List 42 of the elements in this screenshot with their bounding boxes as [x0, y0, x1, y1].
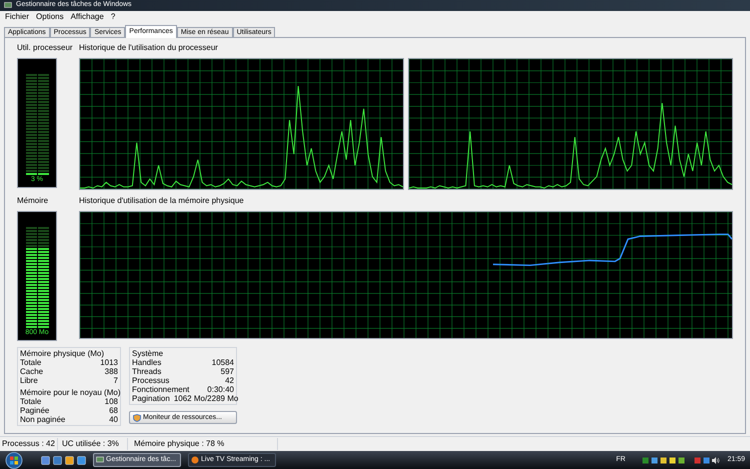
- app-icon: [191, 456, 199, 464]
- stat-label: Threads: [132, 367, 162, 376]
- monitor-icon: [4, 2, 12, 9]
- stat-label: Totale: [20, 358, 42, 367]
- app-icon: [96, 456, 104, 464]
- section-title: Mémoire: [17, 195, 50, 207]
- stat-label: Fonctionnement: [132, 385, 190, 394]
- stat-value: 388: [104, 367, 118, 376]
- stat-label: Pagination: [132, 394, 170, 403]
- stat-value: 1062 Mo/2289 Mo: [174, 394, 238, 403]
- stat-value: 1013: [100, 358, 118, 367]
- start-orb-icon[interactable]: [5, 452, 23, 468]
- section-title: Historique d'utilisation de la mémoire physique: [79, 195, 245, 207]
- stat-label: Processus: [132, 376, 170, 385]
- stat-value: 42: [225, 376, 234, 385]
- stat-label: Cache: [20, 367, 44, 376]
- group-title: Mémoire physique (Mo): [20, 349, 106, 358]
- menu-item[interactable]: ?: [110, 11, 116, 23]
- stat-value: 7: [114, 376, 118, 385]
- group-title: Système: [132, 349, 164, 358]
- stat-label: Totale: [20, 397, 42, 406]
- status-text: UC utilisée : 3%: [58, 438, 128, 450]
- stat-label: Paginée: [20, 406, 50, 415]
- speaker-icon[interactable]: [712, 456, 720, 464]
- stat-label: Non paginée: [20, 415, 66, 424]
- stat-label: Libre: [20, 376, 38, 385]
- stat-value: 0:30:40: [207, 385, 234, 394]
- menu-item[interactable]: Affichage: [70, 11, 104, 23]
- shield-icon: [133, 414, 141, 422]
- status-text: Mémoire physique : 78 %: [128, 438, 278, 450]
- menu-item[interactable]: Fichier: [5, 11, 30, 23]
- stat-value: 68: [109, 406, 118, 415]
- group-title: Mémoire pour le noyau (Mo): [20, 388, 118, 397]
- stat-value: 597: [220, 367, 234, 376]
- stat-value: 108: [104, 397, 118, 406]
- stat-value: 40: [109, 415, 118, 424]
- menu-item[interactable]: Options: [36, 11, 64, 23]
- stat-label: Handles: [132, 358, 162, 367]
- section-title: Historique de l'utilisation du processeur: [79, 42, 219, 54]
- stat-value: 10584: [212, 358, 234, 367]
- status-text: Processus : 42: [0, 438, 58, 450]
- section-title: Util. processeur: [17, 42, 73, 54]
